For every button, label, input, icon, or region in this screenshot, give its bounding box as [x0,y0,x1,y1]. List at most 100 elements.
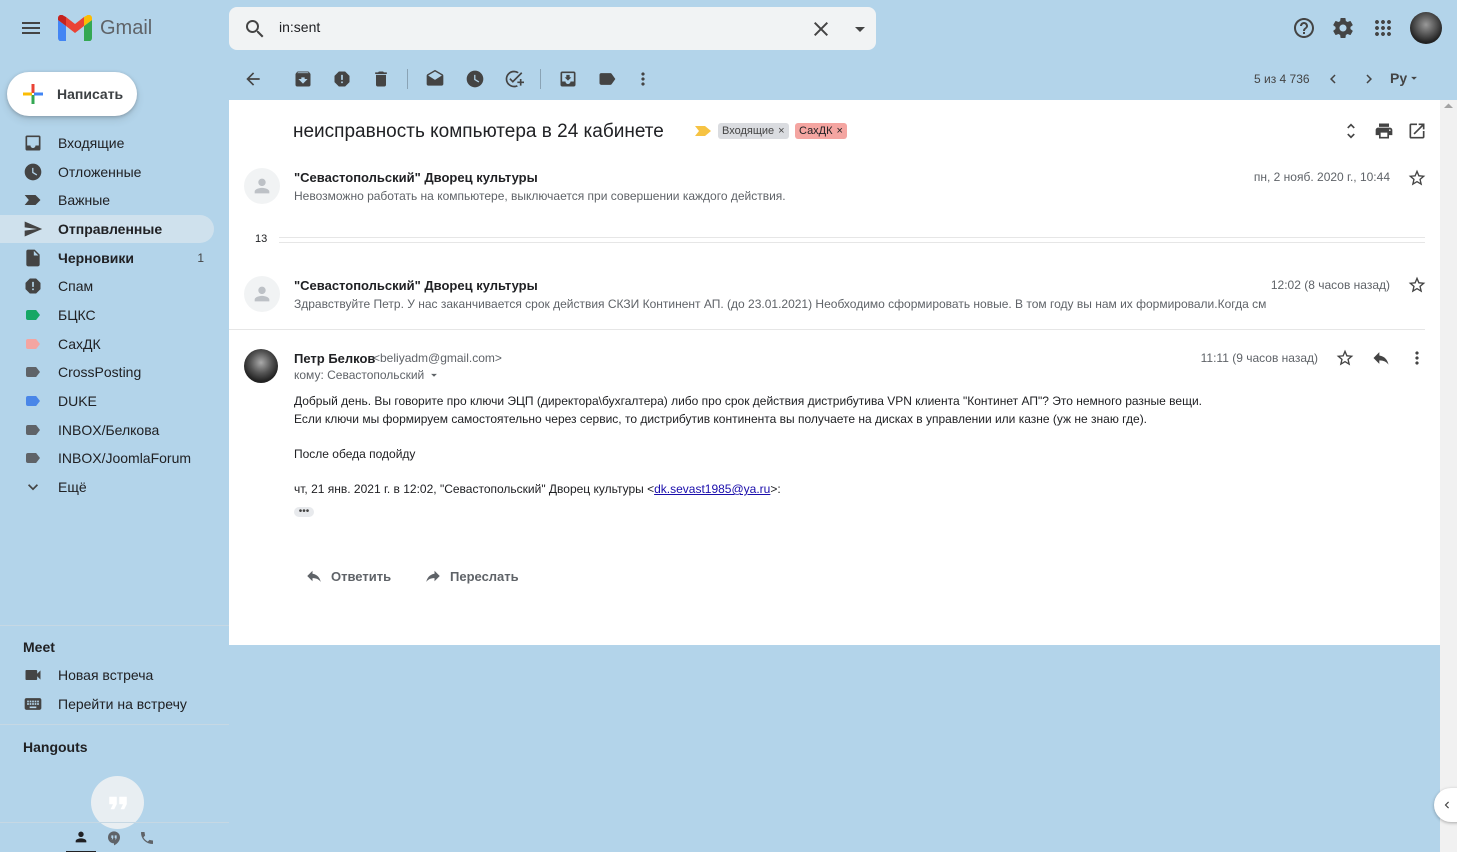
quote-email-link[interactable]: dk.sevast1985@ya.ru [654,482,770,496]
person-icon [254,286,270,302]
star-button[interactable] [1405,273,1429,297]
unfold-more-icon [1347,123,1355,139]
older-button[interactable] [1350,60,1388,98]
hangouts-section-title: Hangouts [23,739,88,755]
mark-unread-button[interactable] [416,60,454,98]
newer-button[interactable] [1314,60,1352,98]
input-tools-button[interactable]: Ру [1390,70,1421,86]
message-sender[interactable]: Петр Белков [294,351,375,366]
move-to-button[interactable] [549,60,587,98]
clock-icon [23,162,43,182]
scrollbar[interactable] [1440,100,1457,852]
sidebar-item-inbox-joomlaforum[interactable]: INBOX/JoomlaForum [0,444,214,472]
search-bar[interactable] [229,7,876,50]
sidebar-item-bcks[interactable]: БЦКС [0,301,214,329]
new-meeting-button[interactable]: Новая встреча [0,661,214,689]
show-details-icon[interactable] [427,368,441,382]
labels-button[interactable] [588,60,626,98]
sidebar-item-duke[interactable]: DUKE [0,387,214,415]
contacts-tab[interactable] [66,823,96,852]
sidebar-item-snoozed[interactable]: Отложенные [0,158,214,186]
sidebar-item-label: Входящие [58,135,125,151]
sidebar-item-spam[interactable]: Спам [0,272,214,300]
reply-button[interactable] [1369,346,1393,370]
label-icon [23,305,43,325]
label-chip-text: СахДК [799,125,833,137]
report-icon [334,71,350,87]
apps-grid-icon [1375,20,1391,36]
snooze-button[interactable] [456,60,494,98]
sidebar-item-drafts[interactable]: Черновики 1 [0,244,214,272]
back-button[interactable] [234,60,272,98]
message-date: 11:11 (9 часов назад) [1200,351,1318,365]
google-apps-button[interactable] [1363,8,1403,48]
label-icon [23,448,43,468]
videocam-icon [23,665,43,685]
trash-icon [375,71,387,87]
chevron-left-icon [1444,801,1449,809]
sidebar-item-important[interactable]: Важные [0,186,214,214]
message-sender[interactable]: "Севастопольский" Дворец культуры [294,278,538,293]
join-meeting-button[interactable]: Перейти на встречу [0,690,214,718]
gmail-logo[interactable]: Gmail [58,15,152,41]
open-in-new-window-button[interactable] [1403,117,1431,145]
importance-marker-icon[interactable] [695,126,711,136]
main-menu-button[interactable] [11,8,51,48]
sidebar-item-label: Отложенные [58,164,142,180]
remove-label-button[interactable]: × [837,125,843,137]
sidebar-item-inbox-belkova[interactable]: INBOX/Белкова [0,416,214,444]
sidebar-item-inbox[interactable]: Входящие [0,129,214,157]
chevron-down-icon [23,477,43,497]
show-trimmed-content-button[interactable]: ••• [294,507,314,517]
hangouts-tab[interactable] [99,823,129,852]
search-input[interactable] [279,19,779,35]
more-message-actions-button[interactable] [1405,346,1429,370]
caret-down-icon [855,27,865,32]
message-snippet[interactable]: Здравствуйте Петр. У нас заканчивается с… [294,297,1266,311]
sidebar-item-sakhdk[interactable]: СахДК [0,330,214,358]
print-icon [1375,123,1393,139]
sidebar-item-sent[interactable]: Отправленные [0,215,214,243]
star-button[interactable] [1405,166,1429,190]
collapsed-messages-count[interactable]: 13 [255,233,267,245]
more-actions-button[interactable] [624,60,662,98]
star-outline-icon [1408,169,1426,186]
phone-tab[interactable] [132,823,162,852]
scroll-up-icon[interactable] [1440,100,1457,112]
message-date: пн, 2 нояб. 2020 г., 10:44 [1253,170,1390,184]
reply-action-button[interactable]: Ответить [305,564,391,588]
star-button[interactable] [1333,346,1357,370]
print-all-button[interactable] [1370,117,1398,145]
side-panel-toggle[interactable] [1434,788,1457,822]
settings-button[interactable] [1323,8,1363,48]
pagination-text: 5 из 4 736 [1254,72,1310,86]
sidebar-item-label: INBOX/Белкова [58,422,160,438]
gear-icon [1333,17,1353,38]
compose-button[interactable]: Написать [7,72,137,116]
sidebar-item-more[interactable]: Ещё [0,473,214,501]
sender-avatar[interactable] [244,276,280,312]
archive-icon [295,71,311,87]
account-avatar[interactable] [1410,12,1442,44]
search-options-button[interactable] [840,9,880,49]
draft-icon [23,248,43,268]
add-to-tasks-button[interactable] [495,60,533,98]
forward-action-button[interactable]: Переслать [424,564,519,588]
delete-button[interactable] [362,60,400,98]
expand-all-button[interactable] [1337,117,1365,145]
search-icon[interactable] [243,17,267,41]
sidebar-item-crossposting[interactable]: CrossPosting [0,358,214,386]
message-snippet[interactable]: Невозможно работать на компьютере, выклю… [294,189,786,203]
report-spam-button[interactable] [323,60,361,98]
remove-label-button[interactable]: × [778,125,784,137]
sidebar-item-label: Отправленные [58,221,163,237]
support-button[interactable] [1284,8,1324,48]
archive-button[interactable] [284,60,322,98]
sender-avatar[interactable] [244,168,280,204]
sender-avatar[interactable] [244,349,278,383]
clear-search-button[interactable] [801,9,841,49]
phone-icon [141,832,153,844]
move-to-inbox-icon [560,71,576,87]
message-sender[interactable]: "Севастопольский" Дворец культуры [294,170,538,185]
reply-icon [307,570,321,582]
